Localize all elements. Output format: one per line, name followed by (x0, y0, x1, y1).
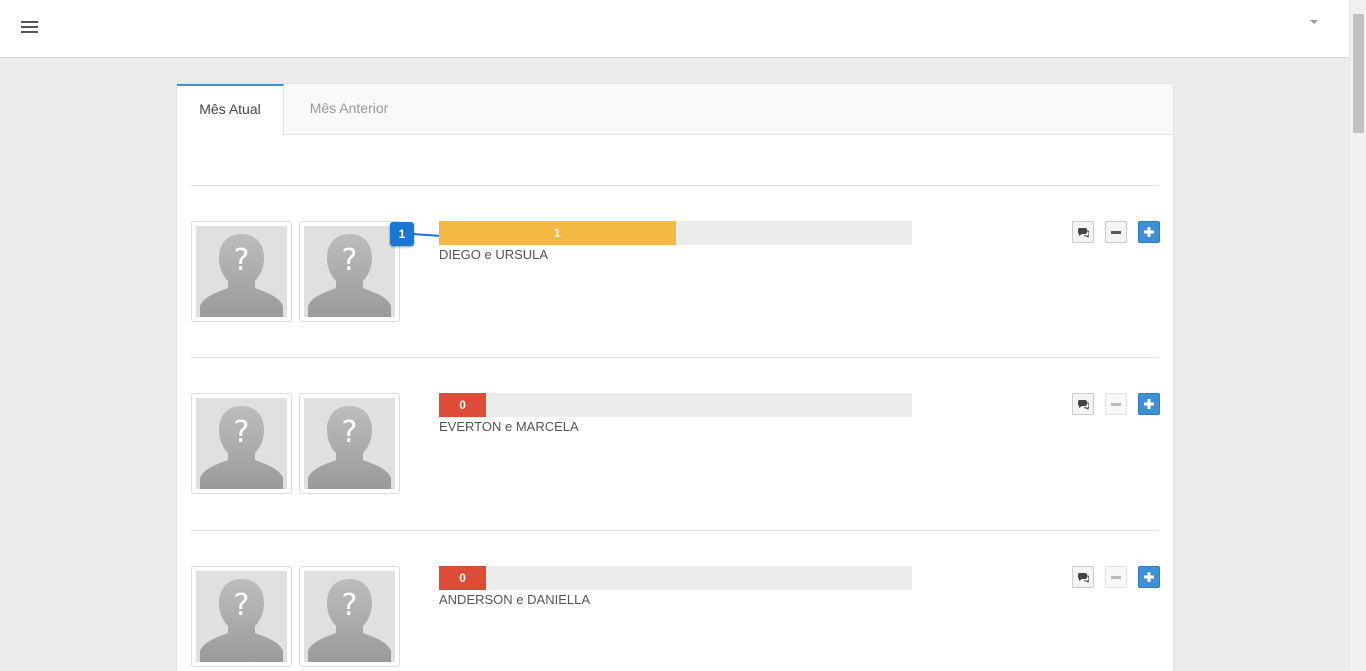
couple-row: ? ? 0 EVERTON e MARCELA (191, 393, 1160, 495)
comment-icon (1077, 227, 1089, 238)
couple-row: ? ? 1 1 DIEGO e URSULA (191, 221, 1160, 323)
hamburger-icon[interactable] (21, 21, 38, 33)
divider (191, 357, 1159, 358)
comment-button[interactable] (1072, 566, 1094, 588)
tab-mes-atual[interactable]: Mês Atual (177, 84, 284, 136)
minus-button[interactable] (1105, 221, 1127, 243)
caret-down-icon[interactable] (1310, 20, 1318, 24)
unknown-person-icon: ? (196, 226, 287, 317)
unknown-person-icon: ? (304, 226, 395, 317)
unknown-person-icon: ? (196, 398, 287, 489)
minus-icon (1111, 230, 1121, 234)
divider (191, 185, 1159, 186)
score-progress-bar: 0 (439, 566, 912, 590)
svg-text:?: ? (342, 243, 358, 278)
comment-button[interactable] (1072, 393, 1094, 415)
score-progress-fill: 0 (439, 566, 487, 590)
minus-icon (1111, 402, 1121, 406)
score-progress-bar: 1 (439, 221, 912, 245)
plus-icon (1144, 399, 1154, 409)
comment-icon (1077, 572, 1089, 583)
rank-badge: 1 (390, 222, 414, 246)
minus-button[interactable] (1105, 393, 1127, 415)
tab-bar: Mês Atual Mês Anterior (177, 84, 1173, 136)
unknown-person-icon: ? (304, 571, 395, 662)
couple-row: ? ? 0 ANDERSON e DANIELLA (191, 566, 1160, 668)
minus-icon (1111, 575, 1121, 579)
svg-text:?: ? (234, 415, 250, 450)
avatar: ? (299, 566, 400, 667)
avatar: ? (299, 221, 400, 322)
score-progress-fill: 0 (439, 393, 487, 417)
avatar: ? (191, 221, 292, 322)
score-progress-bar: 0 (439, 393, 912, 417)
comment-button[interactable] (1072, 221, 1094, 243)
divider (191, 530, 1159, 531)
scrollbar-thumb[interactable] (1353, 14, 1364, 133)
plus-button[interactable] (1138, 393, 1160, 415)
top-navbar (0, 0, 1349, 58)
unknown-person-icon: ? (196, 571, 287, 662)
svg-text:?: ? (234, 588, 250, 623)
couple-name: ANDERSON e DANIELLA (439, 592, 590, 607)
tab-mes-anterior[interactable]: Mês Anterior (284, 84, 414, 135)
svg-text:?: ? (342, 588, 358, 623)
plus-button[interactable] (1138, 566, 1160, 588)
plus-icon (1144, 227, 1154, 237)
page-scrollbar[interactable] (1349, 0, 1366, 671)
ranking-panel: Mês Atual Mês Anterior ? ? 1 1 DIEGO e U… (176, 83, 1174, 671)
score-progress-fill: 1 (439, 221, 676, 245)
comment-icon (1077, 399, 1089, 410)
avatar: ? (191, 393, 292, 494)
svg-text:?: ? (342, 415, 358, 450)
avatar: ? (191, 566, 292, 667)
couple-name: EVERTON e MARCELA (439, 419, 579, 434)
plus-icon (1144, 572, 1154, 582)
couple-name: DIEGO e URSULA (439, 247, 549, 262)
avatar: ? (299, 393, 400, 494)
svg-text:?: ? (234, 243, 250, 278)
plus-button[interactable] (1138, 221, 1160, 243)
minus-button[interactable] (1105, 566, 1127, 588)
unknown-person-icon: ? (304, 398, 395, 489)
